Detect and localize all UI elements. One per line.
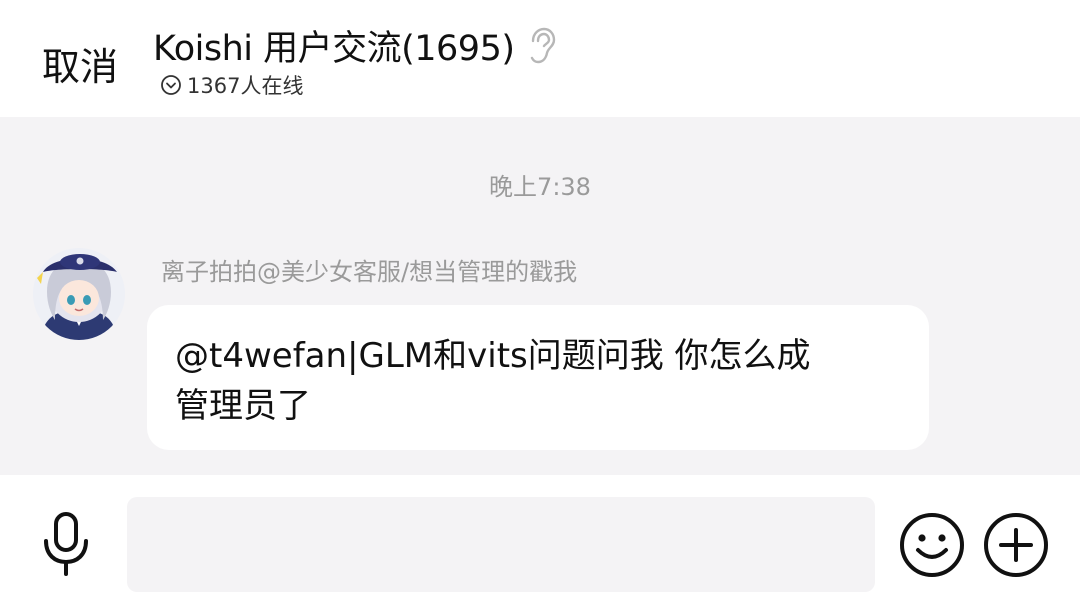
mic-icon[interactable]	[38, 511, 94, 577]
online-status[interactable]: 1367人在线	[160, 70, 303, 100]
message-area[interactable]: 晚上7:38 离子拍拍@美少女客服/想当管理的戳我 @t4wefan|GLM和v…	[0, 117, 1080, 475]
plus-circle-icon[interactable]	[983, 512, 1049, 578]
sender-name[interactable]: 离子拍拍@美少女客服/想当管理的戳我	[161, 252, 577, 287]
message-line-1: @t4wefan|GLM和vits问题问我 你怎么成	[175, 336, 811, 376]
ear-icon[interactable]	[527, 27, 557, 65]
message-bubble[interactable]: @t4wefan|GLM和vits问题问我 你怎么成 管理员了	[147, 305, 929, 450]
chevron-circle-icon	[161, 75, 181, 95]
message-line-2: 管理员了	[175, 386, 311, 426]
group-title: Koishi 用户交流(1695)	[153, 29, 515, 69]
message-input[interactable]	[127, 497, 875, 592]
emoji-icon[interactable]	[899, 512, 965, 578]
chat-header: 取消 Koishi 用户交流(1695) 1367人在线	[0, 0, 1080, 117]
avatar[interactable]	[33, 248, 125, 340]
online-count: 1367人在线	[187, 74, 304, 98]
cancel-button[interactable]: 取消	[42, 36, 118, 91]
title-row[interactable]: Koishi 用户交流(1695)	[153, 20, 557, 71]
message-timestamp: 晚上7:38	[489, 173, 591, 201]
composer-bar	[0, 475, 1080, 614]
avatar-image	[33, 248, 125, 340]
